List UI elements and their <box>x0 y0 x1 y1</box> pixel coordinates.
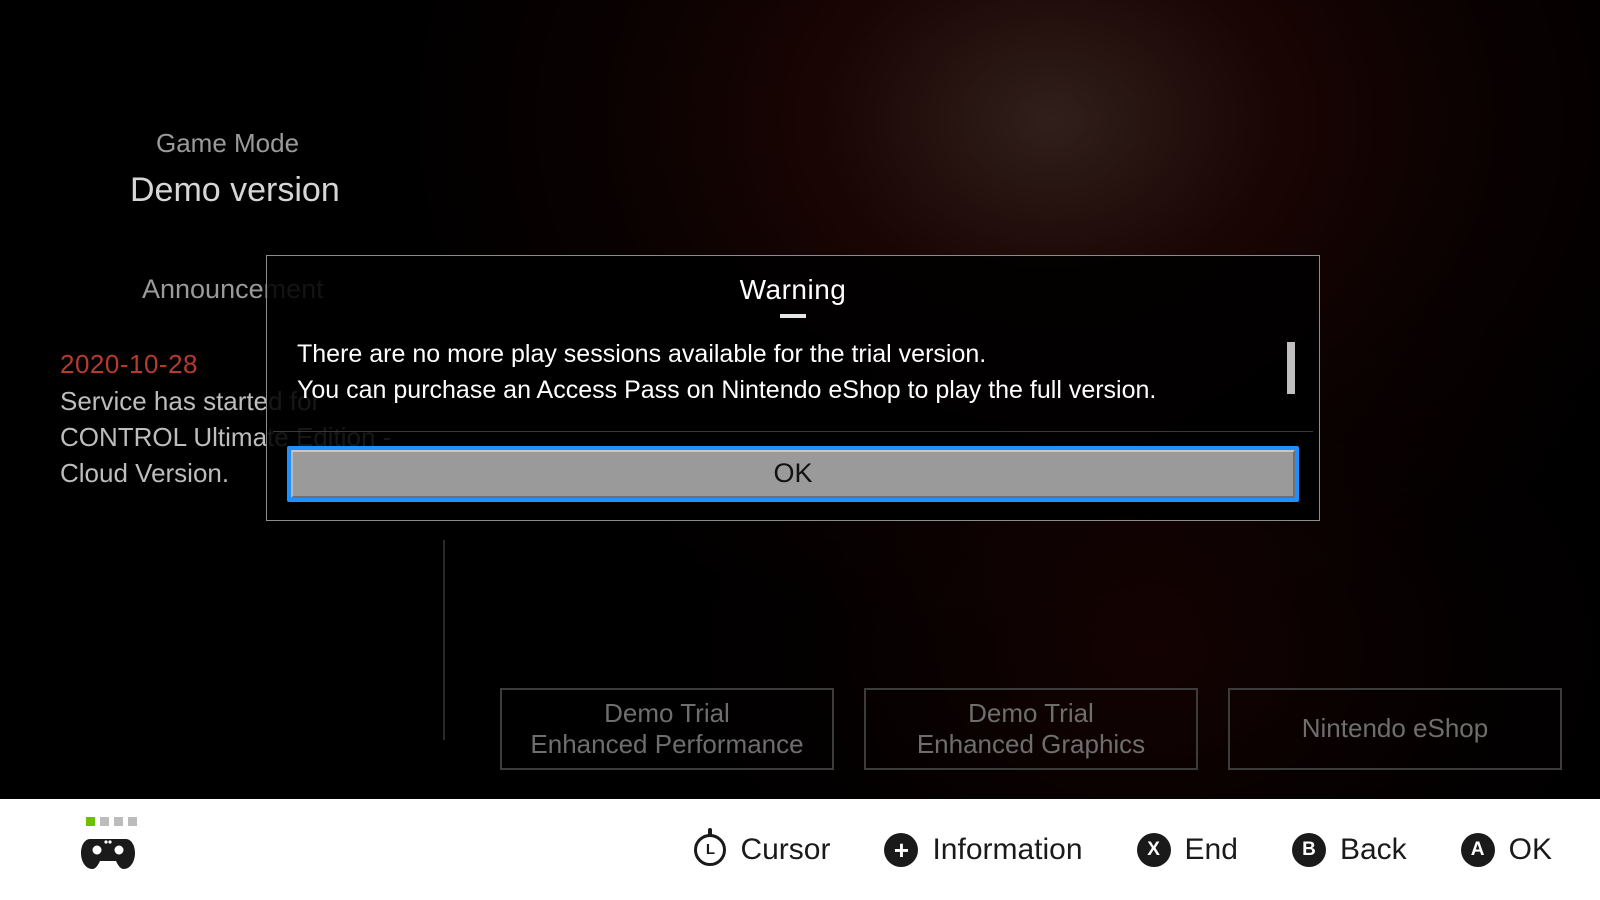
prompt-back-label: Back <box>1340 833 1407 867</box>
plus-button-icon: + <box>884 833 918 867</box>
dialog-body-line1: There are no more play sessions availabl… <box>297 336 1289 372</box>
b-button-icon: B <box>1292 833 1326 867</box>
button-prompts: L Cursor + Information X End B Back A OK <box>694 833 1552 867</box>
announcement-date: 2020-10-28 <box>60 349 198 380</box>
ok-button[interactable]: OK <box>291 450 1295 498</box>
prompt-information-label: Information <box>932 833 1082 867</box>
dialog-ok-focus-ring: OK <box>287 446 1299 502</box>
prompt-ok: A OK <box>1461 833 1552 867</box>
option-eshop[interactable]: Nintendo eShop <box>1228 688 1562 770</box>
prompt-back: B Back <box>1292 833 1407 867</box>
dialog-separator <box>273 431 1313 432</box>
a-button-icon: A <box>1461 833 1495 867</box>
warning-dialog: Warning There are no more play sessions … <box>266 255 1320 521</box>
dialog-title: Warning <box>267 274 1319 306</box>
controller-icon <box>80 833 136 878</box>
option-demo-graphics[interactable]: Demo Trial Enhanced Graphics <box>864 688 1198 770</box>
bottom-bar: L Cursor + Information X End B Back A OK <box>0 799 1600 900</box>
prompt-end-label: End <box>1185 833 1238 867</box>
connection-indicator <box>86 817 137 826</box>
option-line2: Enhanced Graphics <box>917 729 1145 760</box>
prompt-ok-label: OK <box>1509 833 1552 867</box>
prompt-cursor-label: Cursor <box>740 833 830 867</box>
option-line2: Enhanced Performance <box>530 729 803 760</box>
game-mode-value: Demo version <box>130 171 440 210</box>
dialog-scrollbar[interactable] <box>1287 342 1295 394</box>
option-line1: Demo Trial <box>968 698 1094 729</box>
x-button-icon: X <box>1137 833 1171 867</box>
launch-options-row: Demo Trial Enhanced Performance Demo Tri… <box>500 688 1562 770</box>
dialog-body: There are no more play sessions availabl… <box>297 336 1289 409</box>
dialog-body-line2: You can purchase an Access Pass on Ninte… <box>297 372 1289 408</box>
prompt-cursor: L Cursor <box>694 833 830 867</box>
option-line1: Nintendo eShop <box>1302 713 1488 744</box>
vertical-divider <box>443 540 445 740</box>
prompt-end: X End <box>1137 833 1238 867</box>
left-stick-icon: L <box>694 834 726 866</box>
prompt-information: + Information <box>884 833 1082 867</box>
dialog-body-wrap: There are no more play sessions availabl… <box>267 318 1319 431</box>
option-demo-performance[interactable]: Demo Trial Enhanced Performance <box>500 688 834 770</box>
option-line1: Demo Trial <box>604 698 730 729</box>
game-mode-label: Game Mode <box>156 128 440 159</box>
